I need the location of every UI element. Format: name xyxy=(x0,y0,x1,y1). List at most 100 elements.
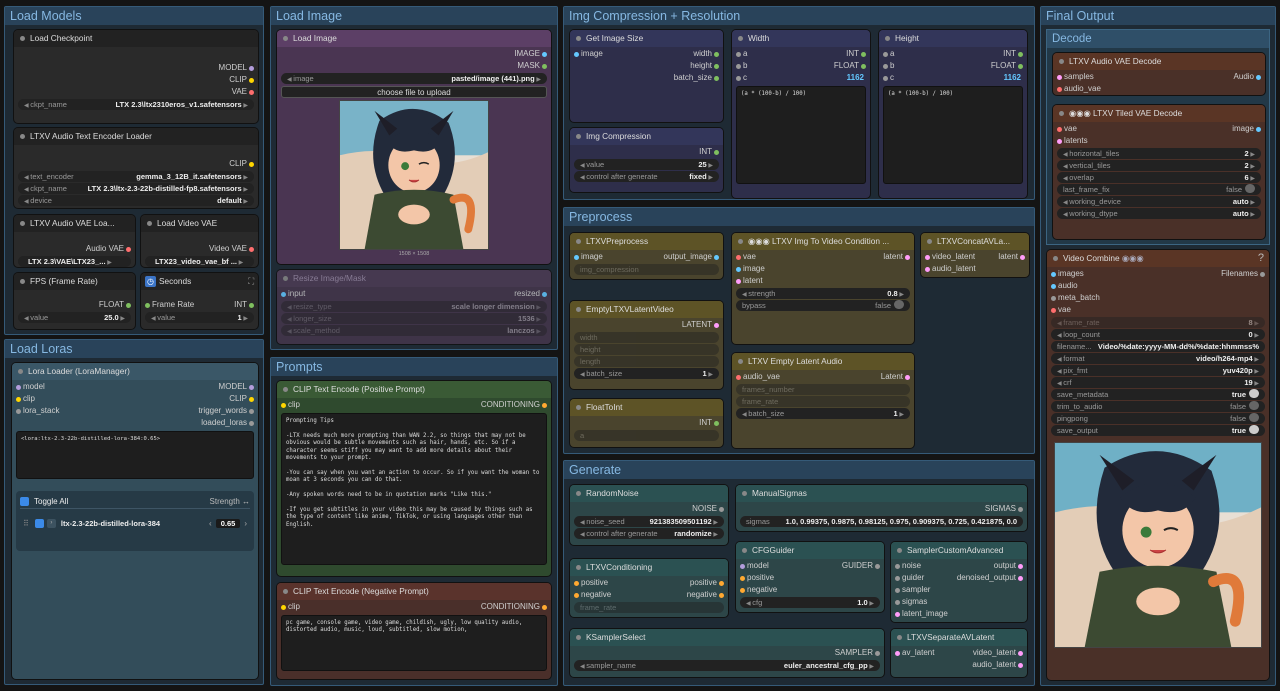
input-image[interactable]: image xyxy=(574,251,664,263)
output-conditioning[interactable]: CONDITIONING xyxy=(481,601,547,613)
node-width[interactable]: Width a INT b FLOAT c 1162 (a * (100-b) / 1… xyxy=(731,29,871,199)
input-meta-batch[interactable]: meta_batch xyxy=(1051,292,1265,304)
resize-type-combo[interactable]: resize_typescale longer dimension xyxy=(281,301,547,312)
input-lora-stack[interactable]: lora_stack xyxy=(16,405,199,417)
output-model[interactable]: MODEL xyxy=(18,62,254,74)
ckpt-name-combo[interactable]: ckpt_nameLTX 2.3\ltx2310eros_v1.safetens… xyxy=(18,99,254,110)
output-batch-size[interactable]: batch_size xyxy=(574,72,719,84)
output-resized[interactable]: resized xyxy=(514,288,547,300)
input-audio-vae[interactable]: audio_vae xyxy=(736,371,881,383)
node-audio-vae-decode[interactable]: LTXV Audio VAE Decode samples Audio audio… xyxy=(1052,52,1266,96)
input-video-latent[interactable]: video_latent xyxy=(925,251,998,263)
input-clip[interactable]: clip xyxy=(281,399,481,411)
node-clip-positive[interactable]: CLIP Text Encode (Positive Prompt) clip C… xyxy=(276,380,552,577)
height-widget[interactable]: height xyxy=(574,344,719,355)
expand-icon[interactable]: › xyxy=(46,518,56,528)
crf-widget[interactable]: crf19 xyxy=(1051,377,1265,388)
output-clip[interactable]: CLIP xyxy=(18,158,254,170)
output-loaded-loras[interactable]: loaded_loras xyxy=(16,417,254,429)
input-b[interactable]: b xyxy=(883,60,991,72)
input-vae[interactable]: vae xyxy=(736,251,883,263)
group-generate[interactable]: Generate RandomNoise NOISE noise_seed921… xyxy=(563,460,1035,686)
frame-rate-widget[interactable]: frame_rate8 xyxy=(1051,317,1265,328)
decrement-icon[interactable]: ‹ xyxy=(209,519,212,528)
save-metadata-toggle[interactable]: save_metadata true xyxy=(1051,389,1265,400)
node-seconds[interactable]: ◷ Seconds ⛶ Frame Rate INT value1 xyxy=(140,272,259,330)
output-audio[interactable]: Audio xyxy=(1234,71,1261,83)
input-clip[interactable]: clip xyxy=(281,601,481,613)
output-latent[interactable]: latent xyxy=(883,251,910,263)
node-video-combine[interactable]: Video Combine ◉◉◉ ? images Filenames audi… xyxy=(1046,249,1270,681)
output-denoised[interactable]: denoised_output xyxy=(957,572,1023,584)
output-int[interactable]: INT xyxy=(234,299,254,311)
node-ltxv-conditioning[interactable]: LTXVConditioning positive positive negati… xyxy=(569,558,729,618)
output-int[interactable]: INT xyxy=(846,48,866,60)
working-device-combo[interactable]: working_deviceauto xyxy=(1057,196,1261,207)
output-float[interactable]: FLOAT xyxy=(834,60,866,72)
working-dtype-combo[interactable]: working_dtypeauto xyxy=(1057,208,1261,219)
group-load-loras[interactable]: Load Loras Lora Loader (LoraManager) mod… xyxy=(4,339,264,685)
input-model[interactable]: model xyxy=(16,381,219,393)
node-concat-av[interactable]: LTXVConcatAVLa... video_latent latent aud… xyxy=(920,232,1030,278)
format-combo[interactable]: formatvideo/h264-mp4 xyxy=(1051,353,1265,364)
node-lora-loader[interactable]: Lora Loader (LoraManager) model MODEL cli… xyxy=(11,362,259,680)
node-empty-latent-audio[interactable]: LTXV Empty Latent Audio audio_vae Latent … xyxy=(731,352,915,449)
overlap-widget[interactable]: overlap6 xyxy=(1057,172,1261,183)
input-av-latent[interactable]: av_latent xyxy=(895,647,973,659)
node-empty-latent-video[interactable]: EmptyLTXVLatentVideo LATENT width height… xyxy=(569,300,724,390)
output-audio-vae[interactable]: Audio VAE xyxy=(18,243,131,255)
output-image[interactable]: output_image xyxy=(664,251,719,263)
lora-strength[interactable]: 0.65 xyxy=(215,518,241,528)
node-clip-negative[interactable]: CLIP Text Encode (Negative Prompt) clip C… xyxy=(276,582,552,680)
input-image[interactable]: image xyxy=(736,263,910,275)
input-latent[interactable]: latent xyxy=(736,275,910,287)
positive-prompt-textarea[interactable]: Prompting Tips -LTX needs much more prom… xyxy=(281,413,547,565)
output-positive[interactable]: positive xyxy=(690,577,724,589)
input-clip[interactable]: clip xyxy=(16,393,229,405)
noise-seed-widget[interactable]: noise_seed921383509501192 xyxy=(574,516,724,527)
height-expression[interactable]: (a * (100-b) / 100) xyxy=(883,86,1023,184)
output-sampler[interactable]: SAMPLER xyxy=(574,647,880,659)
group-img-compression[interactable]: Img Compression + Resolution Get Image S… xyxy=(563,6,1035,200)
node-load-checkpoint[interactable]: Load Checkpoint MODEL CLIP VAE ckpt_name… xyxy=(13,29,259,124)
negative-prompt-textarea[interactable]: pc game, console game, video game, child… xyxy=(281,615,547,671)
sampler-name-combo[interactable]: sampler_nameeuler_ancestral_cfg_pp xyxy=(574,660,880,671)
control-after-generate[interactable]: control after generaterandomize xyxy=(574,528,724,539)
lora-enable-checkbox[interactable] xyxy=(34,518,44,528)
horizontal-tiles-widget[interactable]: horizontal_tiles2 xyxy=(1057,148,1261,159)
increment-icon[interactable]: › xyxy=(244,519,247,528)
input-images[interactable]: images xyxy=(1051,268,1221,280)
input-a[interactable]: a xyxy=(736,48,846,60)
length-widget[interactable]: length xyxy=(574,356,719,367)
output-image[interactable]: IMAGE xyxy=(281,48,547,60)
output-latent[interactable]: Latent xyxy=(881,371,910,383)
input-sampler[interactable]: sampler xyxy=(895,584,1023,596)
output-model[interactable]: MODEL xyxy=(219,381,254,393)
upload-button[interactable]: choose file to upload xyxy=(281,86,547,98)
output-noise[interactable]: NOISE xyxy=(574,503,724,515)
node-sampler-custom[interactable]: SamplerCustomAdvanced noise output guider… xyxy=(890,541,1028,623)
node-img-compression[interactable]: Img Compression INT value25 control afte… xyxy=(569,127,724,193)
node-random-noise[interactable]: RandomNoise NOISE noise_seed921383509501… xyxy=(569,484,729,546)
input-negative[interactable]: negative xyxy=(740,584,880,596)
save-output-toggle[interactable]: save_output true xyxy=(1051,425,1265,436)
output-width[interactable]: width xyxy=(693,48,719,60)
text-encoder-combo[interactable]: text_encodergemma_3_12B_it.safetensors xyxy=(18,171,254,182)
output-latent[interactable]: LATENT xyxy=(574,319,719,331)
input-vae[interactable]: vae xyxy=(1051,304,1265,316)
batch-size-widget[interactable]: batch_size1 xyxy=(736,408,910,419)
output-output[interactable]: output xyxy=(994,560,1023,572)
node-separate-av[interactable]: LTXVSeparateAVLatent av_latent video_late… xyxy=(890,628,1028,678)
seconds-value[interactable]: value1 xyxy=(145,312,254,323)
node-height[interactable]: Height a INT b FLOAT c 1162 (a * (100-b) / … xyxy=(878,29,1028,199)
strength-widget[interactable]: strength0.8 xyxy=(736,288,910,299)
input-frame-rate[interactable]: Frame Rate xyxy=(145,299,234,311)
sigmas-widget[interactable]: sigmas 1.0, 0.99375, 0.9875, 0.98125, 0.9… xyxy=(740,516,1023,527)
control-after-generate[interactable]: control after generatefixed xyxy=(574,171,719,182)
drag-handle-icon[interactable]: ⠿ xyxy=(23,519,29,528)
node-ltxv-preprocess[interactable]: LTXVPreprocess image output_image img_com… xyxy=(569,232,724,280)
node-manual-sigmas[interactable]: ManualSigmas SIGMAS sigmas 1.0, 0.99375, … xyxy=(735,484,1028,532)
input-positive[interactable]: positive xyxy=(740,572,880,584)
input-input[interactable]: input xyxy=(281,288,514,300)
fps-value[interactable]: value25.0 xyxy=(18,312,131,323)
